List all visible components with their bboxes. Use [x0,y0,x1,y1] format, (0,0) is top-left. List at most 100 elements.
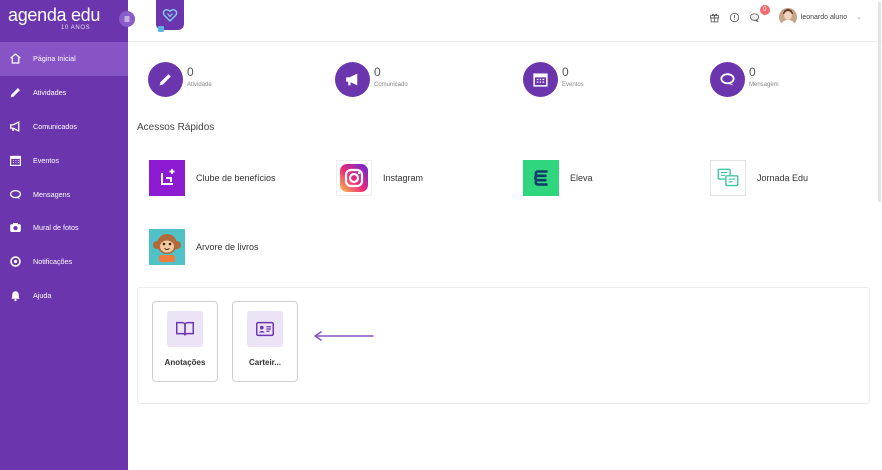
avatar-face [783,11,792,20]
chat-icon [719,71,736,88]
stat-label: Comunicado [374,82,408,88]
chevron-down-icon: ⌄ [856,14,862,21]
stat-label: Mensagem [749,82,779,88]
quick-access-label: Arvore de livros [196,242,259,252]
stat-eventos[interactable]: 0 Eventos [523,62,584,97]
chat-icon [8,187,22,201]
user-menu[interactable]: leonardo aluno ⌄ [778,8,862,26]
arvore-monkey-icon [149,229,185,265]
eleva-icon [523,160,559,196]
brand-name-bold: agenda [8,5,67,25]
sidebar-item-label: Mensagens [33,189,71,199]
sidebar-item-mural-de-fotos[interactable]: Mural de fotos [0,211,128,245]
sidebar-nav: Página Inicial Atividades Comunicados Ev… [0,42,128,312]
quick-access-eleva[interactable]: Eleva [523,160,593,196]
megaphone-icon [344,71,361,88]
stat-text: 0 Eventos [562,62,584,88]
stat-count: 0 [562,65,569,79]
sidebar-item-atividades[interactable]: Atividades [0,76,128,110]
notification-icon [8,255,22,269]
stat-icon-circle [523,62,558,97]
stat-icon-circle [148,62,183,97]
stat-count: 0 [187,65,194,79]
stat-label: Atividade [187,82,212,88]
sidebar-item-label: Notificações [33,257,73,267]
calendar-icon [532,71,549,88]
stat-text: 0 Comunicado [374,62,408,88]
brand-subtitle: 10 ANOS [61,25,91,31]
sidebar-item-mensagens[interactable]: Mensagens [0,177,128,211]
school-logo-tab [158,26,164,32]
stat-mensagem[interactable]: 0 Mensagem [710,62,779,97]
pencil-icon [8,86,22,100]
notification-badge: 0 [759,5,770,15]
sidebar-item-label: Atividades [33,88,67,98]
quick-access-arvore-de-livros[interactable]: Arvore de livros [149,229,259,265]
instagram-icon [336,160,372,196]
page-scrollbar[interactable] [877,0,882,470]
sidebar-item-label: Comunicados [33,121,77,131]
stat-comunicado[interactable]: 0 Comunicado [335,62,408,97]
camera-icon [8,221,22,235]
calendar-icon [8,153,22,167]
id-card-icon [247,311,283,347]
avatar [778,8,797,26]
sidebar-item-pagina-inicial[interactable]: Página Inicial [0,42,128,76]
topbar-actions: 0 leonardo aluno ⌄ [707,0,882,34]
info-icon [729,12,740,23]
sidebar-item-notificacoes[interactable]: Notificações [0,245,128,279]
stat-label: Eventos [562,82,584,88]
sidebar-item-comunicados[interactable]: Comunicados [0,110,128,144]
benefits-club-icon [149,160,185,196]
tile-label: Anotações [164,358,206,367]
sidebar-item-label: Mural de fotos [33,223,79,233]
info-button[interactable] [727,9,743,25]
topbar: 0 leonardo aluno ⌄ [128,0,882,42]
tile-label: Carteir... [248,358,281,367]
stat-text: 0 Mensagem [749,62,779,88]
brand-name-light: edu [66,5,101,25]
scrollbar-thumb[interactable] [878,2,881,202]
quick-access-jornada-edu[interactable]: Jornada Edu [710,160,808,196]
pencil-icon [157,71,174,88]
home-icon [8,52,22,66]
tile-carteirinha[interactable]: Carteir... [232,301,298,382]
brand-logo[interactable]: agenda edu 10 ANOS [8,5,108,35]
arrow-left-icon [314,331,374,341]
quick-access-label: Jornada Edu [757,173,809,183]
sidebar-item-label: Eventos [33,155,59,165]
tile-anotacoes[interactable]: Anotações [152,301,218,382]
messages-button[interactable]: 0 [747,5,770,25]
quick-access-instagram[interactable]: Instagram [336,160,423,196]
menu-icon [123,15,131,23]
bell-icon [8,288,22,302]
sidebar-item-label: Ajuda [33,290,52,300]
sidebar-toggle-button[interactable] [119,11,135,27]
sidebar-item-ajuda[interactable]: Ajuda [0,279,128,313]
jornada-edu-icon [710,160,746,196]
stat-icon-circle [335,62,370,97]
quick-access-label: Eleva [570,173,593,183]
quick-access-title: Acessos Rápidos [137,122,215,133]
stat-count: 0 [374,65,381,79]
stat-atividade[interactable]: 0 Atividade [148,62,212,97]
user-name: leonardo aluno [800,13,848,21]
brand-name: agenda edu [8,5,108,26]
gift-button[interactable] [707,9,723,25]
megaphone-icon [8,119,22,133]
app-root: agenda edu 10 ANOS Página Inicial Ativid… [0,0,882,470]
stat-text: 0 Atividade [187,62,212,88]
sidebar-item-eventos[interactable]: Eventos [0,143,128,177]
shortcuts-panel: Anotações Carteir... [137,287,870,404]
quick-access-label: Instagram [383,173,424,183]
stat-icon-circle [710,62,745,97]
stat-count: 0 [749,65,756,79]
open-book-icon [167,311,203,347]
quick-access-label: Clube de benefícios [196,173,276,183]
school-emblem-icon [162,7,178,23]
main-content: 0 Atividade 0 Comunicado 0 Eventos 0 Men… [128,42,882,470]
chat-icon [749,12,760,23]
quick-access-clube-de-beneficios[interactable]: Clube de benefícios [149,160,276,196]
gift-icon [709,12,720,23]
sidebar: agenda edu 10 ANOS Página Inicial Ativid… [0,0,128,470]
